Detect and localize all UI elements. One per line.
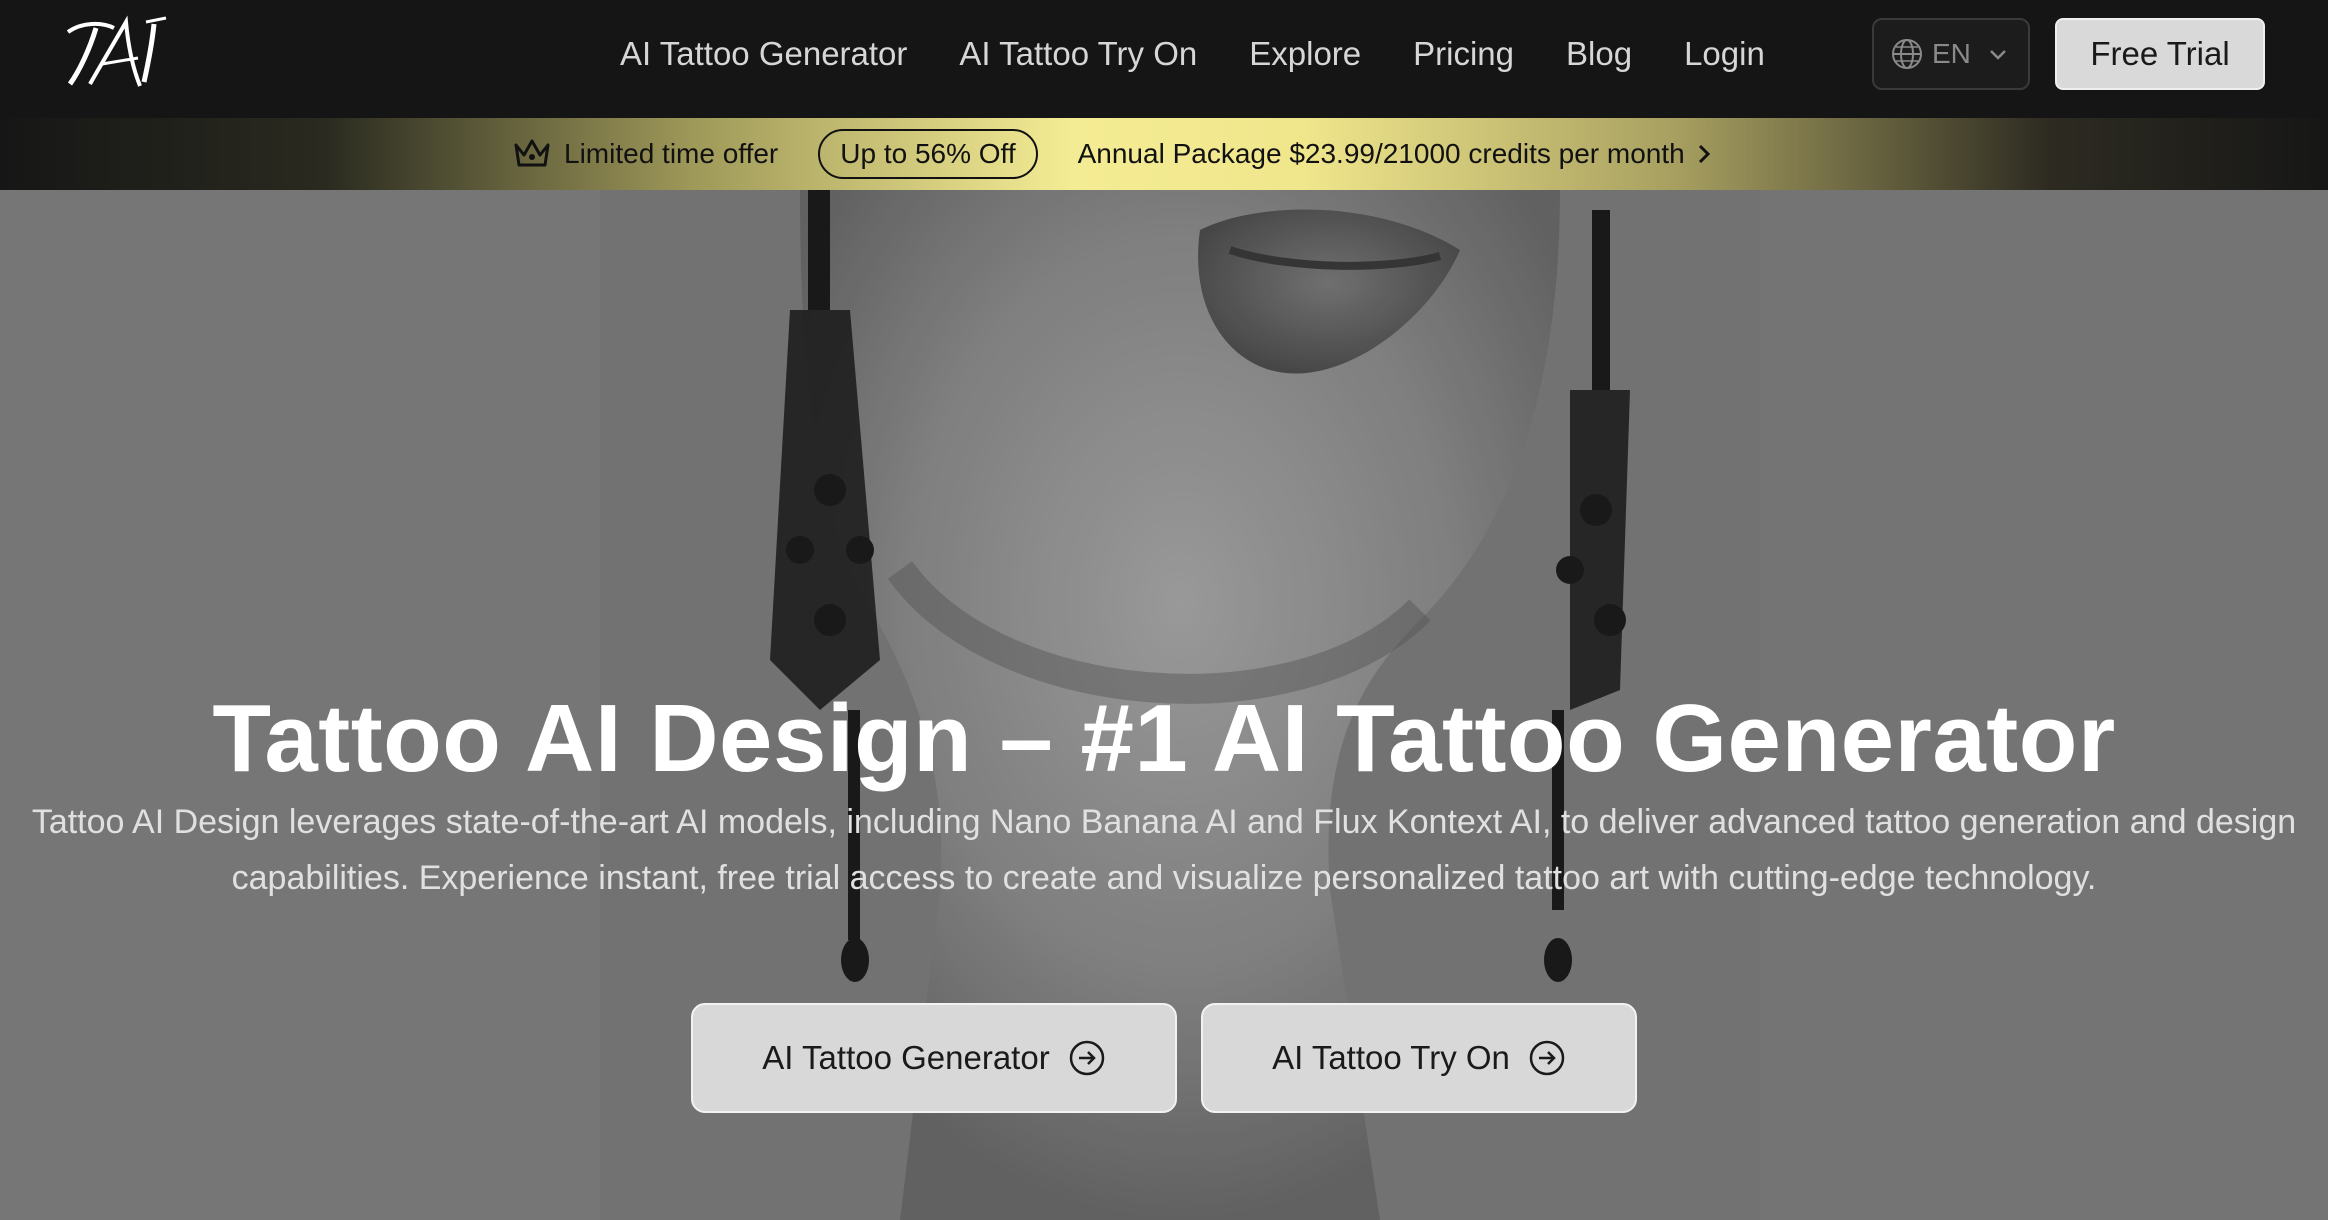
language-label: EN <box>1932 38 1971 69</box>
discount-badge: Up to 56% Off <box>818 129 1038 179</box>
hero-buttons: AI Tattoo Generator AI Tattoo Try On <box>0 1003 2328 1113</box>
top-navigation: AI Tattoo Generator AI Tattoo Try On Exp… <box>0 0 2328 118</box>
nav-link-pricing[interactable]: Pricing <box>1413 35 1514 73</box>
ai-tattoo-try-on-button-label: AI Tattoo Try On <box>1272 1039 1510 1076</box>
ai-tattoo-generator-button[interactable]: AI Tattoo Generator <box>691 1003 1177 1113</box>
language-selector[interactable]: EN <box>1872 18 2030 90</box>
circle-arrow-right-icon <box>1069 1040 1104 1076</box>
nav-links: AI Tattoo Generator AI Tattoo Try On Exp… <box>620 0 1765 108</box>
chevron-down-icon <box>1990 50 2006 60</box>
circle-arrow-right-icon <box>1529 1040 1565 1076</box>
hero-title: Tattoo AI Design – #1 AI Tattoo Generato… <box>212 685 2116 792</box>
annual-package-link[interactable]: Annual Package $23.99/21000 credits per … <box>1078 138 1713 170</box>
chevron-right-icon <box>1698 144 1710 164</box>
limited-offer-label: Limited time offer <box>564 138 779 169</box>
nav-link-blog[interactable]: Blog <box>1566 35 1632 73</box>
globe-icon <box>1892 39 1922 69</box>
free-trial-button[interactable]: Free Trial <box>2055 18 2265 90</box>
logo[interactable] <box>62 14 182 94</box>
ai-tattoo-try-on-button[interactable]: AI Tattoo Try On <box>1201 1003 1637 1113</box>
nav-link-ai-tattoo-try-on[interactable]: AI Tattoo Try On <box>959 35 1197 73</box>
crown-icon <box>514 139 550 167</box>
nav-link-explore[interactable]: Explore <box>1249 35 1361 73</box>
hero-description: Tattoo AI Design leverages state-of-the-… <box>31 803 2297 897</box>
nav-link-login[interactable]: Login <box>1684 35 1765 73</box>
hero-section: Tattoo AI Design – #1 AI Tattoo Generato… <box>0 190 2328 1220</box>
annual-package-label: Annual Package $23.99/21000 credits per … <box>1077 138 1685 169</box>
nav-link-ai-tattoo-generator[interactable]: AI Tattoo Generator <box>620 35 907 73</box>
ai-tattoo-generator-button-label: AI Tattoo Generator <box>762 1039 1050 1076</box>
promo-banner: Limited time offer Up to 56% Off Annual … <box>0 118 2328 190</box>
promo-content: Limited time offer Up to 56% Off Annual … <box>512 118 1713 190</box>
